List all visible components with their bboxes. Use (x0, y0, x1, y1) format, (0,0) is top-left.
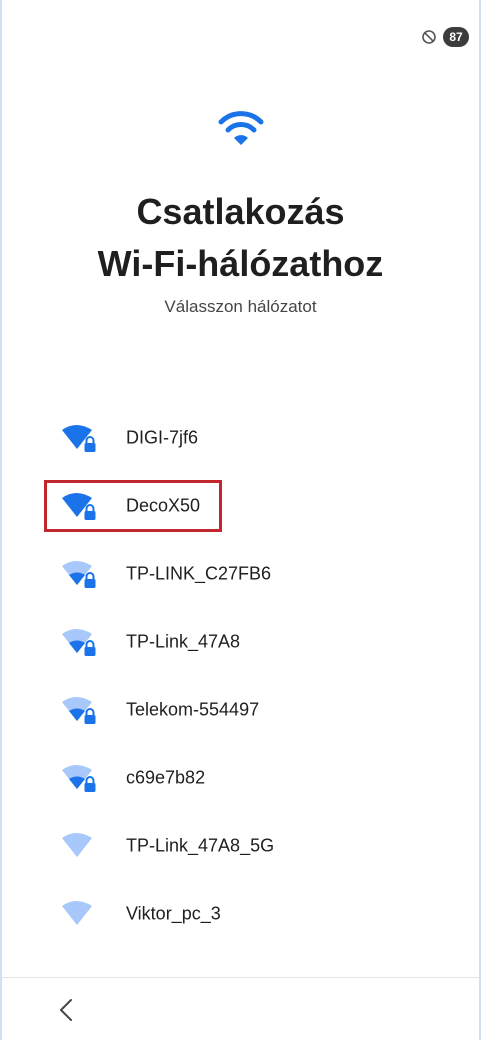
wifi-signal-lock-icon (60, 626, 100, 658)
chevron-left-icon (59, 998, 73, 1027)
network-ssid: DecoX50 (126, 495, 201, 516)
network-ssid: TP-LINK_C27FB6 (126, 563, 272, 584)
nav-divider (2, 977, 479, 978)
wifi-signal-lock-icon (60, 422, 100, 454)
back-button[interactable] (46, 994, 86, 1030)
page-title-line-1: Csatlakozás (136, 191, 345, 232)
page-title-line-2: Wi-Fi-hálózathoz (97, 243, 384, 284)
wifi-signal-lock-icon (60, 490, 100, 522)
network-ssid: c69e7b82 (126, 767, 206, 788)
network-item[interactable]: c69e7b82 (2, 744, 479, 812)
network-item[interactable]: DecoX50 (2, 472, 479, 540)
network-item[interactable]: TP-LINK_C27FB6 (2, 540, 479, 608)
network-ssid: Viktor_pc_3 (126, 903, 221, 924)
network-item[interactable]: DIGI-7jf6 (2, 404, 479, 472)
wifi-signal-lock-icon (60, 558, 100, 590)
status-bar: 87 (421, 26, 469, 48)
network-ssid: TP-Link_47A8_5G (126, 835, 275, 856)
wifi-setup-screen: 87 Csatlakozás Wi-Fi-hálózathoz Válasszo… (0, 0, 481, 1040)
battery-level-badge: 87 (443, 27, 469, 47)
wifi-signal-lock-icon (60, 762, 100, 794)
page-title: Csatlakozás Wi-Fi-hálózathoz (2, 186, 479, 290)
network-ssid: TP-Link_47A8 (126, 631, 241, 652)
wifi-signal-lock-icon (60, 694, 100, 726)
wifi-signal-icon (60, 830, 100, 862)
do-not-disturb-icon (421, 29, 437, 45)
network-ssid: Telekom-554497 (126, 699, 260, 720)
wifi-icon (2, 108, 479, 148)
network-list: DIGI-7jf6 DecoX50 TP-LINK_C27FB6 TP-Link… (2, 404, 479, 948)
wifi-signal-icon (60, 898, 100, 930)
network-item[interactable]: Viktor_pc_3 (2, 880, 479, 948)
network-ssid: DIGI-7jf6 (126, 427, 199, 448)
network-item[interactable]: TP-Link_47A8 (2, 608, 479, 676)
page-subtitle: Válasszon hálózatot (164, 297, 317, 316)
network-item[interactable]: Telekom-554497 (2, 676, 479, 744)
network-item[interactable]: TP-Link_47A8_5G (2, 812, 479, 880)
